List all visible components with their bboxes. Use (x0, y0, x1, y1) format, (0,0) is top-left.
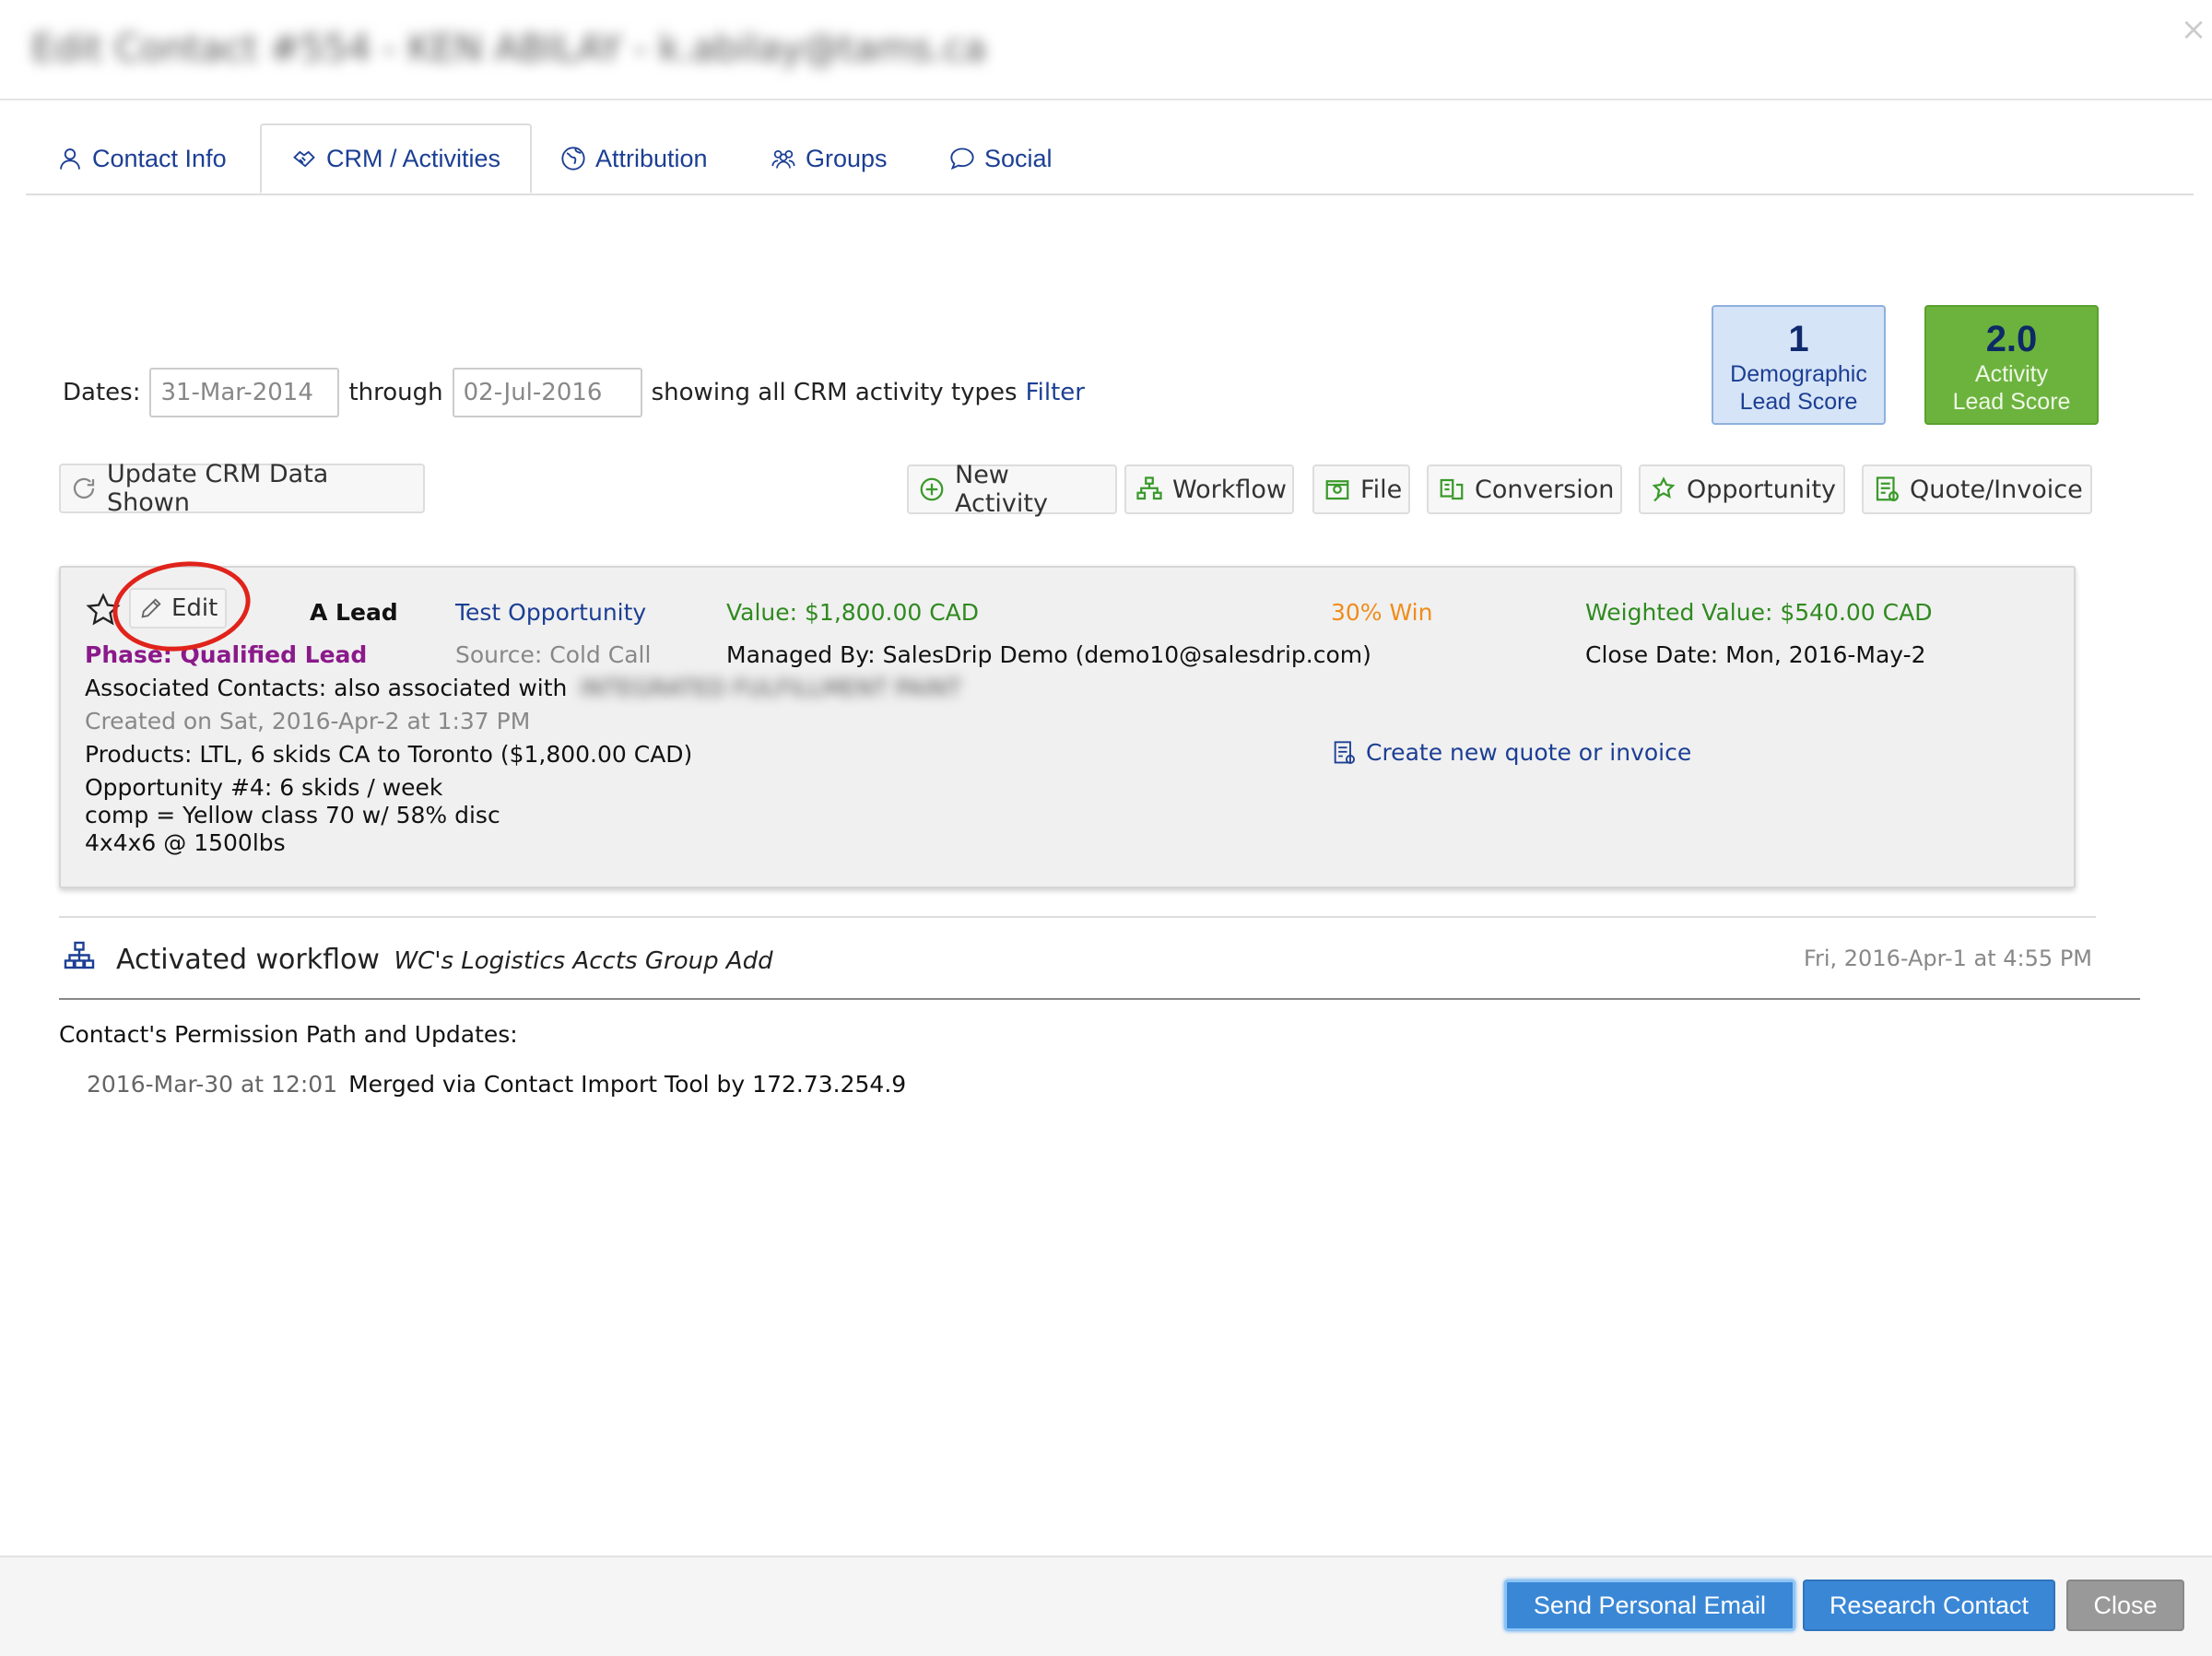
opportunity-name-link[interactable]: Test Opportunity (455, 599, 646, 626)
file-icon (1325, 480, 1349, 500)
start-date-input[interactable]: 31-Mar-2014 (149, 368, 340, 417)
workflow-name: WC's Logistics Accts Group Add (394, 947, 773, 975)
divider (59, 916, 2096, 918)
end-date-input[interactable]: 02-Jul-2016 (452, 368, 642, 417)
tab-crm-activities[interactable]: CRM / Activities (260, 123, 533, 194)
workflow-timestamp: Fri, 2016-Apr-1 at 4:55 PM (1803, 945, 2092, 971)
opportunity-value: Value: $1,800.00 CAD (726, 599, 980, 626)
opportunity-note-line: Opportunity #4: 6 skids / week (85, 774, 443, 801)
tab-contact-info[interactable]: Contact Info (57, 123, 227, 194)
crm-opportunity-card: Edit A Lead Test Opportunity Value: $1,8… (59, 566, 2076, 888)
associated-company[interactable]: INTEGRATED FULFILLMENT PAINT (580, 675, 961, 701)
edit-label: Edit (171, 594, 218, 622)
opportunity-label: Opportunity (1687, 475, 1837, 504)
conversion-icon (1440, 478, 1464, 500)
file-label: File (1360, 475, 1403, 504)
activity-score-label: Lead Score (1952, 389, 2071, 415)
dates-label: Dates: (63, 379, 141, 406)
opportunity-button[interactable]: Opportunity (1639, 464, 1845, 514)
globe-icon (561, 147, 585, 170)
tab-bar: Contact Info CRM / Activities Attributio… (26, 123, 2194, 195)
add-activity-icon (920, 477, 944, 501)
associated-contacts: Associated Contacts: also associated wit… (85, 675, 961, 701)
win-percentage: 30% Win (1331, 599, 1433, 626)
research-contact-button[interactable]: Research Contact (1803, 1580, 2055, 1631)
edit-button[interactable]: Edit (129, 588, 228, 628)
conversion-button[interactable]: Conversion (1427, 464, 1622, 514)
create-quote-label: Create new quote or invoice (1366, 739, 1692, 766)
create-quote-link[interactable]: Create new quote or invoice (1331, 739, 1691, 766)
dialog-header: Edit Contact #554 - KEN ABILAY - k.abila… (0, 0, 2212, 100)
tab-label: Social (984, 144, 1053, 172)
invoice-icon (1334, 740, 1356, 764)
workflow-button[interactable]: Workflow (1124, 464, 1294, 514)
divider (59, 998, 2140, 1000)
products: Products: LTL, 6 skids CA to Toronto ($1… (85, 741, 693, 768)
opportunity-note-line: 4x4x6 @ 1500lbs (85, 829, 286, 856)
associated-label: Associated Contacts: also associated wit… (85, 675, 568, 701)
source-label: Source: Cold Call (455, 641, 652, 668)
tab-groups[interactable]: Groups (771, 123, 888, 194)
weighted-value: Weighted Value: $540.00 CAD (1585, 599, 1933, 626)
tab-attribution[interactable]: Attribution (560, 123, 708, 194)
close-icon[interactable]: × (2175, 11, 2212, 48)
workflow-entry: Activated workflow WC's Logistics Accts … (116, 944, 773, 976)
update-crm-data-button[interactable]: Update CRM Data Shown (59, 460, 425, 517)
date-filter-row: Dates: 31-Mar-2014 through 02-Jul-2016 s… (63, 367, 1085, 418)
tab-label: CRM / Activities (326, 144, 501, 172)
demographic-score-label: Demographic (1730, 361, 1867, 387)
new-activity-button[interactable]: New Activity (907, 461, 1117, 518)
quote-invoice-button[interactable]: Quote/Invoice (1862, 464, 2092, 514)
tab-label: Attribution (595, 144, 708, 172)
dialog-footer: Send Personal Email Research Contact Clo… (0, 1556, 2212, 1656)
demographic-score-value: 1 (1788, 319, 1809, 359)
showing-text: showing all CRM activity types (651, 379, 1018, 406)
created-date: Created on Sat, 2016-Apr-2 at 1:37 PM (85, 708, 531, 734)
lead-type: A Lead (310, 599, 398, 626)
permission-entry: 2016-Mar-30 at 12:01 Merged via Contact … (87, 1071, 906, 1098)
new-activity-label: New Activity (955, 461, 1048, 518)
managed-by: Managed By: SalesDrip Demo (demo10@sales… (726, 641, 1371, 668)
activity-score-value: 2.0 (1985, 319, 2038, 359)
send-personal-email-button[interactable]: Send Personal Email (1504, 1580, 1795, 1631)
activity-score-label: Activity (1974, 361, 2049, 387)
group-icon (771, 149, 795, 169)
dialog-title: Edit Contact #554 - KEN ABILAY - k.abila… (31, 28, 987, 70)
close-date: Close Date: Mon, 2016-May-2 (1585, 641, 1926, 668)
opportunity-note-line: comp = Yellow class 70 w/ 58% disc (85, 802, 500, 828)
pencil-icon (141, 598, 161, 618)
demographic-lead-score[interactable]: 1 Demographic Lead Score (1712, 305, 1886, 425)
opportunity-icon (1652, 476, 1676, 502)
handshake-icon (293, 150, 315, 168)
phase-label: Phase: Qualified Lead (85, 641, 368, 668)
update-crm-label: Update CRM Data Shown (107, 460, 329, 517)
star-icon[interactable] (85, 592, 122, 628)
workflow-label: Workflow (1172, 475, 1287, 504)
permission-text: Merged via Contact Import Tool by 172.73… (348, 1071, 907, 1098)
tab-social[interactable]: Social (949, 123, 1053, 194)
invoice-icon (1876, 476, 1899, 501)
refresh-icon (73, 477, 95, 499)
permission-title: Contact's Permission Path and Updates: (59, 1021, 518, 1048)
tab-label: Contact Info (92, 144, 227, 172)
filter-link[interactable]: Filter (1026, 379, 1085, 406)
close-button[interactable]: Close (2066, 1580, 2184, 1631)
through-label: through (348, 379, 443, 406)
workflow-icon (1136, 476, 1162, 500)
speech-bubble-icon (950, 147, 974, 170)
permission-date: 2016-Mar-30 at 12:01 (87, 1071, 338, 1098)
user-icon (60, 148, 80, 170)
workflow-icon (64, 941, 95, 969)
workflow-entry-text: Activated workflow (116, 944, 380, 976)
file-button[interactable]: File (1312, 464, 1410, 514)
quote-invoice-label: Quote/Invoice (1910, 475, 2083, 504)
conversion-label: Conversion (1475, 475, 1615, 504)
tab-label: Groups (806, 144, 888, 172)
activity-lead-score[interactable]: 2.0 Activity Lead Score (1924, 305, 2099, 425)
demographic-score-label: Lead Score (1739, 389, 1858, 415)
